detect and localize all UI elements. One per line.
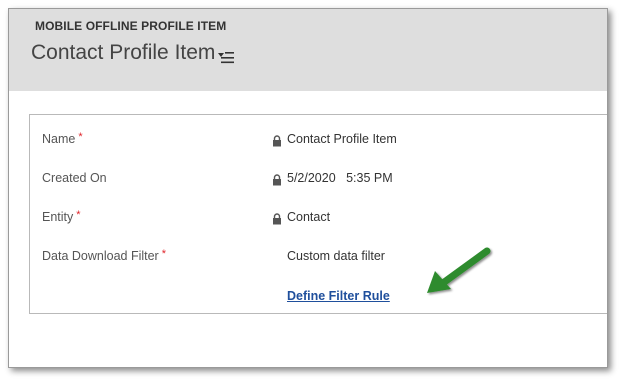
field-row-entity: Entity * Contact [30,209,607,232]
required-indicator: * [76,209,81,221]
form-window: MOBILE OFFLINE PROFILE ITEM Contact Prof… [8,8,608,368]
field-label-created-on: Created On [42,171,107,185]
field-label-data-download-filter: Data Download Filter * [42,248,166,263]
field-value-name[interactable]: Contact Profile Item [287,132,397,146]
lock-icon [273,135,281,147]
green-arrow-annotation [427,247,491,293]
field-label-entity: Entity * [42,209,81,224]
define-filter-rule-link[interactable]: Define Filter Rule [287,289,390,303]
field-value-data-download-filter[interactable]: Custom data filter [287,249,385,263]
required-indicator: * [161,248,166,260]
form-selector-icon[interactable] [217,51,235,65]
form-header: MOBILE OFFLINE PROFILE ITEM Contact Prof… [9,9,607,91]
record-title: Contact Profile Item [31,41,216,64]
lock-icon [273,174,281,186]
field-row-created-on: Created On 5/2/2020 5:35 PM [30,171,607,193]
field-value-created-on[interactable]: 5/2/2020 5:35 PM [287,171,393,185]
field-row-data-download-filter: Data Download Filter * Custom data filter [30,248,607,271]
entity-type-label: MOBILE OFFLINE PROFILE ITEM [35,19,227,33]
field-row-name: Name * Contact Profile Item [30,131,607,154]
general-section: Name * Contact Profile Item Created On 5/… [29,114,607,314]
required-indicator: * [78,131,83,143]
lock-icon [273,213,281,225]
filter-link-row: Define Filter Rule [30,289,607,311]
field-value-entity[interactable]: Contact [287,210,330,224]
field-label-name: Name * [42,131,83,146]
